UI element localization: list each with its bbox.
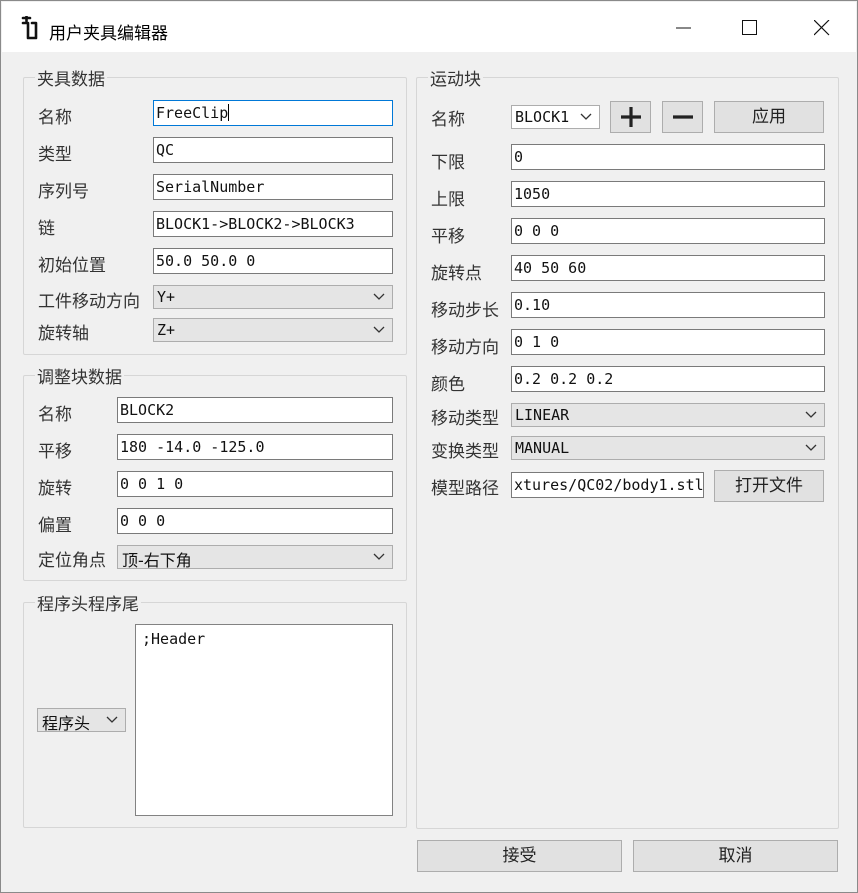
program-text-area[interactable]: ;Header	[135, 624, 393, 816]
chevron-down-icon	[373, 553, 385, 560]
add-block-button[interactable]	[610, 101, 651, 133]
maximize-button[interactable]	[720, 10, 780, 46]
model-path-label: 模型路径	[431, 479, 499, 499]
adjust-rotate-input[interactable]: 0 0 1 0	[117, 471, 393, 497]
adjust-rotate-label: 旋转	[38, 479, 72, 499]
workpiece-move-direction-select[interactable]: Y+	[153, 285, 393, 309]
transform-type-label: 变换类型	[431, 442, 499, 462]
motion-translate-label: 平移	[431, 227, 465, 247]
window-title: 用户夹具编辑器	[49, 24, 168, 44]
corner-point-label: 定位角点	[38, 551, 106, 571]
fixture-editor-window: 用户夹具编辑器 夹具数据 名称 FreeClip 类型 QC 序列号 Seria…	[0, 0, 858, 893]
motion-translate-input[interactable]: 0 0 0	[511, 218, 825, 244]
serial-number-input[interactable]: SerialNumber	[153, 174, 393, 200]
adjust-name-label: 名称	[38, 405, 72, 425]
chain-label: 链	[38, 219, 55, 239]
move-step-input[interactable]: 0.10	[511, 292, 825, 318]
title-bar: 用户夹具编辑器	[2, 2, 856, 52]
minimize-button[interactable]	[654, 10, 714, 46]
corner-point-select[interactable]: 顶-右下角	[117, 545, 393, 570]
serial-number-label: 序列号	[38, 182, 89, 202]
lower-limit-input[interactable]: 0	[511, 144, 825, 170]
motion-block-select[interactable]: BLOCK1	[511, 105, 600, 129]
fixture-type-input[interactable]: QC	[153, 137, 393, 163]
initial-position-label: 初始位置	[38, 256, 106, 276]
minus-icon	[672, 115, 693, 119]
fixture-name-label: 名称	[38, 108, 72, 128]
adjust-translate-input[interactable]: 180 -14.0 -125.0	[117, 434, 393, 460]
remove-block-button[interactable]	[662, 101, 703, 133]
workpiece-move-direction-label: 工件移动方向	[38, 292, 140, 312]
plus-icon	[620, 107, 641, 127]
pivot-point-input[interactable]: 40 50 60	[511, 255, 825, 281]
adjust-offset-input[interactable]: 0 0 0	[117, 508, 393, 534]
minimize-icon	[676, 27, 691, 29]
move-direction-label: 移动方向	[431, 338, 499, 358]
clip-app-icon	[21, 16, 38, 40]
rotation-axis-label: 旋转轴	[38, 324, 89, 344]
program-title: 程序头程序尾	[35, 590, 141, 615]
maximize-icon	[742, 20, 757, 35]
close-button[interactable]	[792, 10, 852, 46]
pivot-point-label: 旋转点	[431, 264, 482, 284]
chevron-down-icon	[373, 326, 385, 333]
apply-button[interactable]: 应用	[714, 101, 824, 133]
fixture-data-title: 夹具数据	[35, 65, 107, 90]
upper-limit-input[interactable]: 1050	[511, 181, 825, 207]
chevron-down-icon	[373, 293, 385, 300]
chevron-down-icon	[580, 113, 592, 120]
chevron-down-icon	[805, 444, 817, 451]
cancel-button[interactable]: 取消	[633, 840, 838, 872]
chevron-down-icon	[805, 411, 817, 418]
fixture-name-input[interactable]: FreeClip	[153, 100, 393, 126]
open-file-button[interactable]: 打开文件	[714, 470, 824, 502]
accept-button[interactable]: 接受	[417, 840, 622, 872]
move-step-label: 移动步长	[431, 301, 499, 321]
move-direction-input[interactable]: 0 1 0	[511, 329, 825, 355]
chain-input[interactable]: BLOCK1->BLOCK2->BLOCK3	[153, 211, 393, 237]
fixture-type-label: 类型	[38, 145, 72, 165]
text-caret	[228, 104, 230, 121]
program-section-select[interactable]: 程序头	[37, 708, 126, 733]
adjust-name-input[interactable]: BLOCK2	[117, 397, 393, 423]
move-type-label: 移动类型	[431, 409, 499, 429]
motion-name-label: 名称	[431, 110, 465, 130]
lower-limit-label: 下限	[431, 153, 465, 173]
move-type-select[interactable]: LINEAR	[511, 403, 825, 427]
close-icon	[814, 20, 830, 36]
initial-position-input[interactable]: 50.0 50.0 0	[153, 248, 393, 274]
color-label: 颜色	[431, 375, 465, 395]
adjust-offset-label: 偏置	[38, 516, 72, 536]
chevron-down-icon	[106, 716, 118, 723]
model-path-input[interactable]: xtures/QC02/body1.stl	[511, 472, 704, 498]
upper-limit-label: 上限	[431, 190, 465, 210]
rotation-axis-select[interactable]: Z+	[153, 318, 393, 342]
adjust-translate-label: 平移	[38, 442, 72, 462]
motion-block-title: 运动块	[428, 65, 483, 90]
adjust-block-title: 调整块数据	[35, 363, 124, 388]
transform-type-select[interactable]: MANUAL	[511, 436, 825, 460]
color-input[interactable]: 0.2 0.2 0.2	[511, 366, 825, 392]
